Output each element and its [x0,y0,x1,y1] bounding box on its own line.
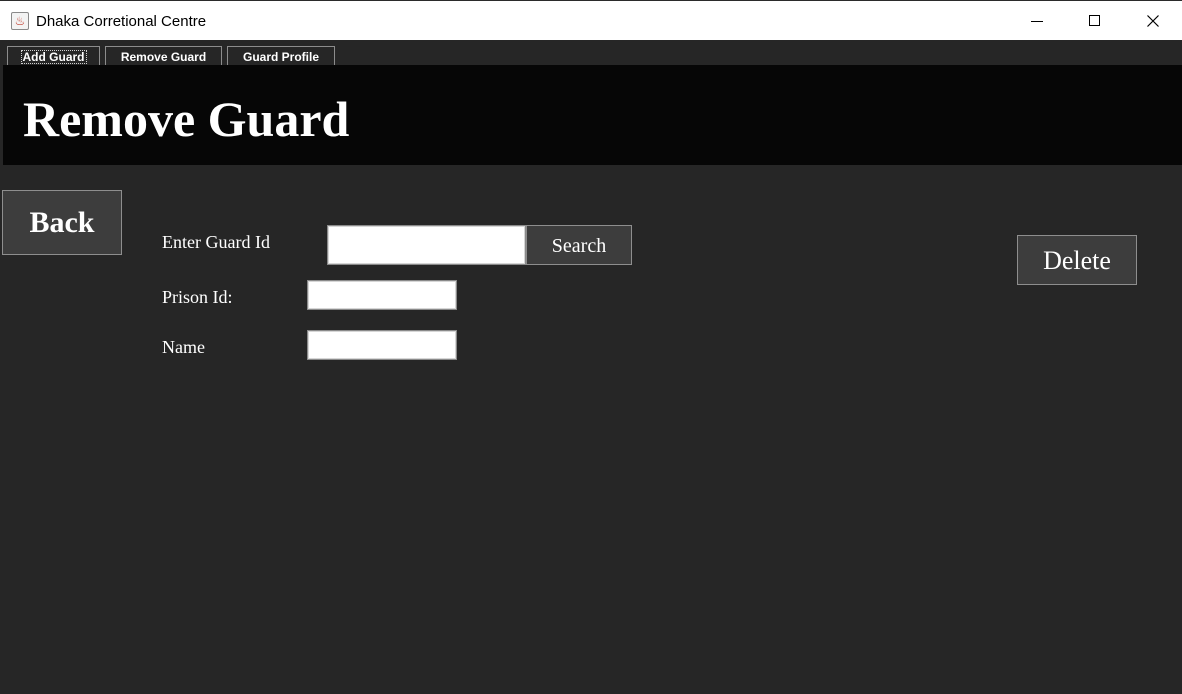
tab-remove-guard[interactable]: Remove Guard [105,46,222,65]
search-button[interactable]: Search [526,225,632,265]
name-label: Name [162,337,205,357]
prison-id-label: Prison Id: [162,287,233,307]
tab-label: Guard Profile [242,50,319,64]
prison-id-field[interactable] [307,280,457,310]
delete-button[interactable]: Delete [1017,235,1137,285]
java-cup-icon: ♨ [11,12,29,30]
close-button[interactable] [1124,1,1182,41]
maximize-button[interactable] [1066,1,1124,41]
guard-id-label: Enter Guard Id [162,232,270,252]
close-icon [1147,15,1159,27]
minimize-button[interactable] [1008,1,1066,41]
window-titlebar[interactable]: ♨ Dhaka Corretional Centre [0,0,1182,40]
tab-label: Remove Guard [120,50,207,64]
header-banner: Remove Guard [3,65,1182,165]
back-button[interactable]: Back [2,190,122,255]
tab-strip: Add Guard Remove Guard Guard Profile [0,40,1182,65]
page-title: Remove Guard [23,91,350,147]
tab-add-guard[interactable]: Add Guard [7,46,100,65]
tab-label: Add Guard [20,50,87,64]
name-field[interactable] [307,330,457,360]
window-title: Dhaka Corretional Centre [36,13,207,30]
guard-id-input[interactable] [327,225,526,265]
tab-guard-profile[interactable]: Guard Profile [227,46,335,65]
